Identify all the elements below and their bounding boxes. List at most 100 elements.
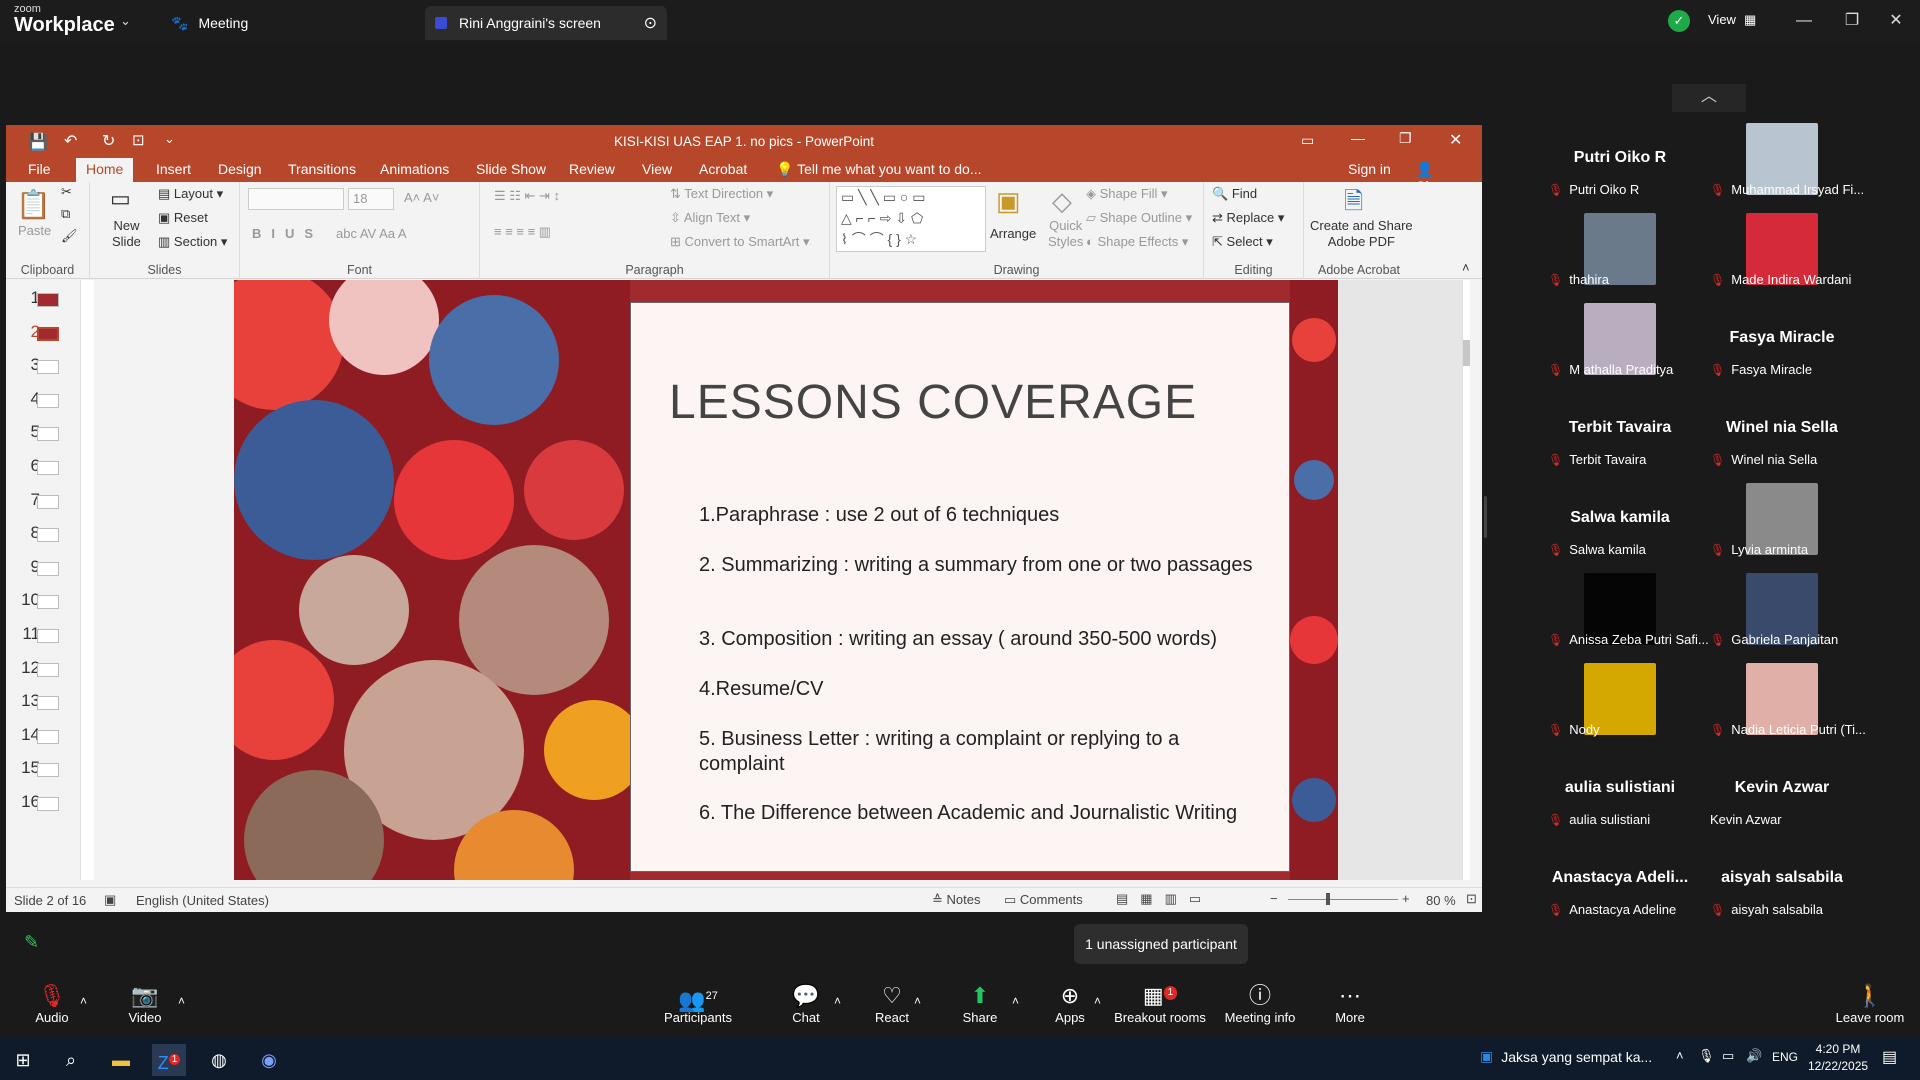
collapse-ribbon-icon[interactable]: ˄	[1462, 260, 1470, 275]
minimize-button[interactable]: —	[1784, 8, 1824, 34]
arrange-button[interactable]: Arrange	[990, 226, 1036, 241]
annotate-pen-icon[interactable]: ✎	[24, 932, 54, 956]
participant-tile[interactable]: Kevin Azwar	[1710, 812, 1782, 827]
slide-scrollbar[interactable]	[1462, 280, 1470, 880]
smartart-button[interactable]: ⊞ Convert to SmartArt ▾	[670, 234, 810, 250]
participants-button[interactable]: 👥27 Participants	[648, 980, 748, 1025]
thumbnail-scrollbar[interactable]	[80, 280, 94, 880]
file-explorer-icon[interactable]: ▬	[104, 1044, 138, 1076]
bullet-item[interactable]: 5. Business Letter : writing a complaint…	[699, 727, 1259, 777]
chrome-icon[interactable]: ◍	[202, 1044, 236, 1076]
slide-thumbnail[interactable]	[37, 662, 59, 677]
microphone-tray-icon[interactable]: 🎙	[1698, 1048, 1715, 1064]
slide-thumbnail[interactable]	[37, 393, 59, 408]
tab-view[interactable]: View	[642, 161, 672, 177]
ppt-minimize-button[interactable]: —	[1351, 130, 1365, 146]
slide-thumbnail[interactable]	[37, 360, 59, 375]
bullet-item[interactable]: 3. Composition : writing an essay ( arou…	[699, 627, 1259, 652]
tab-shared-screen[interactable]: Rini Anggraini's screen ⊙	[425, 6, 667, 40]
participant-tile[interactable]: 🎙 Winel nia Sella	[1710, 452, 1817, 467]
language-indicator[interactable]: ENG	[1772, 1050, 1798, 1064]
participant-tile[interactable]: 🎙 Putri Oiko R	[1548, 182, 1639, 197]
chevron-down-icon[interactable]: ⌄	[120, 13, 131, 29]
new-slide-button[interactable]: New Slide	[112, 218, 141, 250]
notification-center-icon[interactable]: ▤	[1882, 1047, 1897, 1067]
replace-button[interactable]: ⇄ Replace ▾	[1212, 210, 1284, 226]
more-button[interactable]: ⋯ More	[1300, 980, 1400, 1025]
participant-tile[interactable]: 🎙 thahira	[1548, 272, 1609, 287]
participant-tile[interactable]: 🎙 Salwa kamila	[1548, 542, 1646, 557]
shapes-gallery[interactable]: ▭ ╲ ╲ ▭ ○ ▭ △ ⌐ ⌐ ⇨ ⇩ ⬠ ⌇ ⌒ ⌒ { } ☆	[836, 186, 986, 252]
share-options-chevron-icon[interactable]: ˄	[1012, 994, 1019, 1008]
breakout-rooms-button[interactable]: ▦ 1 Breakout rooms	[1110, 980, 1210, 1025]
fit-slide-icon[interactable]: ⊡	[1466, 891, 1477, 907]
zoom-out-icon[interactable]: −	[1270, 891, 1278, 906]
paste-button[interactable]: Paste	[18, 223, 51, 238]
meeting-info-button[interactable]: ⓘ Meeting info	[1210, 980, 1310, 1025]
slide-thumbnail[interactable]	[37, 528, 59, 543]
text-direction-button[interactable]: ⇅ Text Direction ▾	[670, 186, 773, 202]
tab-home[interactable]: Home	[76, 158, 134, 182]
slide-thumbnail[interactable]	[37, 293, 59, 307]
bullet-item[interactable]: 2. Summarizing : writing a summary from …	[699, 553, 1259, 578]
participant-tile[interactable]: 🎙 Muhammad Irsyad Fi...	[1710, 182, 1864, 197]
slide-thumbnail[interactable]	[37, 729, 59, 744]
news-widget[interactable]: ▣ Jaksa yang sempat ka...	[1480, 1048, 1652, 1065]
tab-meeting[interactable]: 🐾 Meeting	[165, 6, 405, 40]
section-button[interactable]: ▥ Section ▾	[158, 234, 227, 250]
select-button[interactable]: ⇱ Select ▾	[1212, 234, 1273, 250]
apps-button[interactable]: ⊕ Apps	[1020, 980, 1120, 1025]
volume-icon[interactable]: 🔊	[1746, 1048, 1762, 1064]
font-family-box[interactable]	[248, 188, 344, 210]
format-painter-icon[interactable]: 🖌	[61, 228, 78, 244]
participant-tile[interactable]: 🎙 Terbit Tavaira	[1548, 452, 1646, 467]
participant-tile[interactable]: 🎙 M athalla Praditya	[1548, 362, 1673, 377]
tab-animations[interactable]: Animations	[380, 161, 449, 177]
participant-tile[interactable]: 🎙 Nadia Leticia Putri (Ti...	[1710, 722, 1866, 737]
slide-thumbnail[interactable]	[37, 561, 59, 576]
current-slide[interactable]: LESSONS COVERAGE 1.Paraphrase : use 2 ou…	[234, 280, 1338, 880]
spellcheck-icon[interactable]: ▣	[104, 892, 116, 908]
tab-design[interactable]: Design	[218, 161, 262, 177]
align-icons[interactable]: ≡ ≡ ≡ ≡ ▥	[494, 224, 551, 240]
zoom-taskbar-icon[interactable]: Z1	[152, 1044, 186, 1076]
network-icon[interactable]: ▭	[1722, 1048, 1734, 1064]
tab-transitions[interactable]: Transitions	[288, 161, 356, 177]
shape-fill-button[interactable]: ◈ Shape Fill ▾	[1086, 186, 1168, 202]
grow-font-icon[interactable]: A˄ A˅	[404, 190, 439, 205]
windows-start-icon[interactable]: ⊞	[6, 1044, 40, 1076]
react-button[interactable]: ♡ React	[842, 980, 942, 1025]
tab-file[interactable]: File	[28, 161, 51, 177]
bullet-item[interactable]: 4.Resume/CV	[699, 677, 1259, 702]
slide-title[interactable]: LESSONS COVERAGE	[669, 375, 1197, 430]
split-handle[interactable]	[1484, 496, 1487, 538]
slide-thumbnail[interactable]	[37, 461, 59, 475]
char-spacing-icon[interactable]: abc AV Aa A	[336, 226, 407, 241]
zoom-in-icon[interactable]: +	[1402, 891, 1410, 906]
participant-tile[interactable]: 🎙 aisyah salsabila	[1710, 902, 1823, 917]
zoom-level[interactable]: 80 %	[1426, 893, 1456, 908]
system-tray-chevron-icon[interactable]: ˄	[1676, 1048, 1684, 1063]
maximize-button[interactable]: ❐	[1832, 8, 1872, 34]
slide-thumbnail[interactable]	[37, 763, 59, 778]
more-options-icon[interactable]: ⊙	[644, 13, 657, 33]
language-label[interactable]: English (United States)	[136, 893, 269, 908]
slide-thumbnail[interactable]	[37, 427, 59, 442]
cut-icon[interactable]: ✂	[61, 184, 72, 200]
view-mode-icons[interactable]: ▤▦▥▭	[1116, 891, 1213, 907]
ppt-close-button[interactable]: ✕	[1449, 130, 1462, 150]
comments-button[interactable]: ▭ Comments	[1004, 892, 1083, 908]
slide-thumbnail[interactable]	[37, 797, 59, 811]
font-size-box[interactable]: 18	[348, 188, 394, 210]
quick-styles-button[interactable]: Quick Styles	[1048, 218, 1083, 250]
find-button[interactable]: 🔍 Find	[1212, 186, 1257, 202]
leave-room-button[interactable]: 🚶 Leave room	[1820, 980, 1920, 1025]
app-icon[interactable]: ◉	[252, 1044, 286, 1076]
clock[interactable]: 4:20 PM 12/22/2025	[1808, 1041, 1868, 1075]
paste-icon[interactable]: 📋	[16, 188, 51, 221]
scroll-thumb[interactable]	[1463, 340, 1470, 366]
shape-outline-button[interactable]: ▱ Shape Outline ▾	[1086, 210, 1192, 226]
layout-button[interactable]: ▤ Layout ▾	[158, 186, 223, 202]
font-format-buttons[interactable]: BIUS	[252, 226, 323, 241]
slide-thumbnail[interactable]	[37, 595, 59, 610]
